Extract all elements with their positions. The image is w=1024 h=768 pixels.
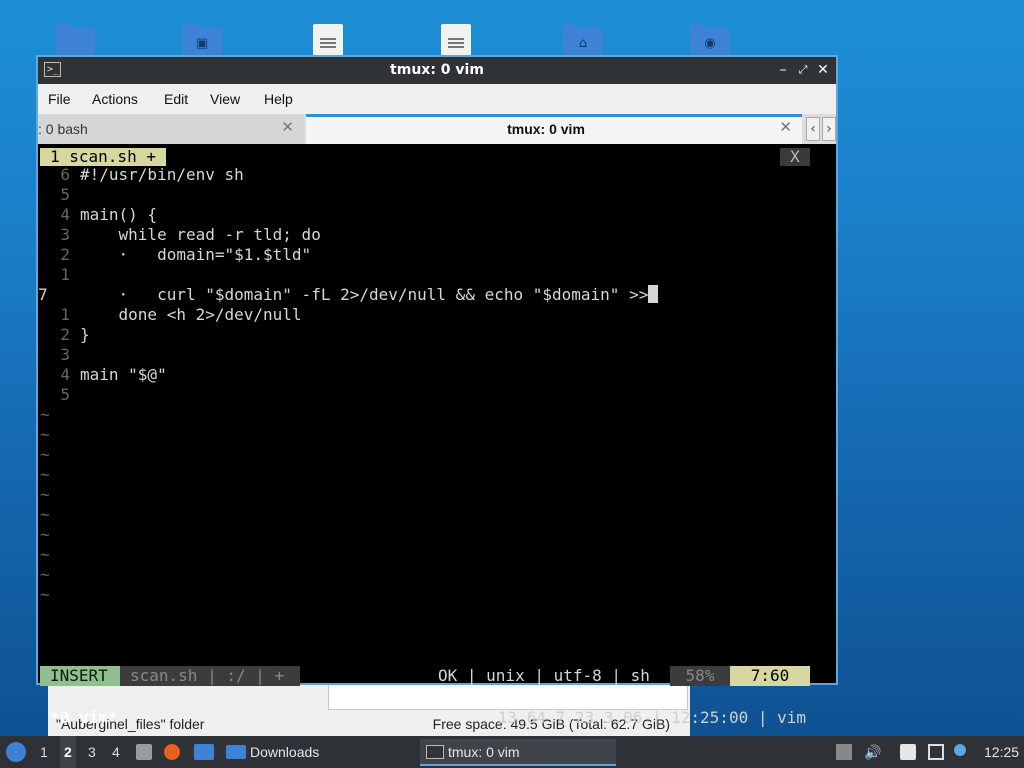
task-label: Downloads (250, 744, 320, 760)
workspace-1[interactable]: 1 (40, 736, 48, 768)
menu-help[interactable]: Help (264, 91, 293, 107)
menu-actions[interactable]: Actions (92, 91, 138, 107)
network-icon[interactable] (928, 744, 944, 760)
vim-close-tab[interactable]: X (780, 148, 810, 166)
vim-cursor-position: 7:60 (730, 666, 810, 686)
line-number: 5 (60, 385, 70, 404)
tab-label: tmux: 0 vim (507, 121, 585, 137)
menu-view[interactable]: View (210, 91, 240, 107)
empty-line-marker: ~ (40, 505, 50, 524)
document-icon[interactable] (308, 24, 348, 56)
empty-line-marker: ~ (40, 585, 50, 604)
empty-line-marker: ~ (40, 465, 50, 484)
file-manager-launcher-icon[interactable] (136, 744, 152, 760)
empty-line-marker: ~ (40, 445, 50, 464)
vim-tab[interactable]: 1 scan.sh + (40, 148, 166, 166)
line-text: } (80, 325, 90, 344)
workspace-2[interactable]: 2 (60, 736, 76, 768)
tab-scroll-left-icon[interactable]: ‹ (806, 117, 820, 141)
line-text: main() { (80, 205, 158, 224)
vim-statusline: INSERT scan.sh | :/ | + OK | unix | utf-… (40, 666, 810, 686)
tmux-window-list[interactable]: *0 vim* (50, 703, 117, 733)
desktop-launcher-icon[interactable] (194, 744, 214, 760)
clock[interactable]: 12:25 (984, 736, 1019, 768)
task-terminal[interactable]: tmux: 0 vim (420, 739, 616, 766)
empty-line-marker: ~ (40, 545, 50, 564)
line-text: while read -r tld; do (80, 225, 321, 244)
tab-scroll-right-icon[interactable]: › (822, 117, 836, 141)
folder-icon[interactable] (55, 24, 95, 56)
network-folder-icon[interactable]: ◉ (690, 24, 730, 56)
window-title: tmux: 0 vim (390, 62, 484, 78)
workspace-4[interactable]: 4 (112, 736, 120, 768)
text-cursor (648, 285, 659, 303)
line-number: 2 (60, 325, 70, 344)
vim-scroll-percent: 58% (670, 666, 730, 686)
empty-line-marker: ~ (40, 485, 50, 504)
line-text: #!/usr/bin/env sh (80, 165, 244, 184)
volume-icon[interactable]: 🔊 (864, 744, 881, 760)
taskbar: 1 2 3 4 Downloads tmux: 0 vim 🔊 12:25 (0, 736, 1024, 768)
line-number: 7 (38, 285, 48, 304)
line-number: 5 (60, 185, 70, 204)
line-text: main "$@" (80, 365, 167, 384)
empty-line-marker: ~ (40, 425, 50, 444)
tab-bar: : 0 bash ✕ tmux: 0 vim ✕ ‹ › (38, 114, 836, 144)
firefox-launcher-icon[interactable] (164, 744, 180, 760)
terminal-window: >_ tmux: 0 vim – ⤢ ✕ File Actions Edit V… (36, 55, 838, 727)
workspace-3[interactable]: 3 (88, 736, 96, 768)
menu-file[interactable]: File (48, 91, 71, 107)
folder-icon (226, 745, 246, 759)
line-text: · domain="$1.$tld" (80, 245, 312, 264)
empty-line-marker: ~ (40, 565, 50, 584)
tab-close-icon[interactable]: ✕ (779, 118, 792, 136)
line-number: 3 (60, 225, 70, 244)
line-number: 4 (60, 365, 70, 384)
line-text: done <h 2>/dev/null (80, 305, 302, 324)
line-text: · curl "$domain" -fL 2>/dev/null && echo… (80, 285, 649, 304)
notification-icon[interactable] (954, 744, 966, 756)
line-number: 1 (60, 265, 70, 284)
tab-label: : 0 bash (38, 121, 88, 137)
start-menu-icon[interactable] (6, 742, 26, 762)
task-downloads[interactable]: Downloads (222, 739, 412, 766)
vim-file-format: OK | unix | utf-8 | sh (438, 666, 650, 685)
title-bar[interactable]: >_ tmux: 0 vim – ⤢ ✕ (38, 57, 836, 84)
line-number: 6 (60, 165, 70, 184)
empty-line-marker: ~ (40, 525, 50, 544)
tab-close-icon[interactable]: ✕ (281, 118, 294, 136)
home-folder-icon[interactable]: ⌂ (563, 24, 603, 56)
line-number: 4 (60, 205, 70, 224)
menu-edit[interactable]: Edit (164, 91, 188, 107)
menu-bar: File Actions Edit View Help (38, 84, 836, 114)
task-label: tmux: 0 vim (448, 744, 520, 760)
line-number: 2 (60, 245, 70, 264)
minimize-button[interactable]: – (774, 61, 792, 79)
clipboard-icon[interactable] (900, 744, 916, 760)
vim-mode: INSERT (40, 666, 120, 686)
terminal-icon (426, 745, 444, 759)
document-icon[interactable] (436, 24, 476, 56)
vim-file-info: scan.sh | :/ | + (120, 666, 300, 686)
close-button[interactable]: ✕ (814, 61, 832, 79)
tmux-status-bar: *0 vim* 13.64 7.23 3.06 | 12:25:00 | vim (38, 703, 836, 733)
empty-line-marker: ~ (40, 405, 50, 424)
tmux-status-right: 13.64 7.23 3.06 | 12:25:00 | vim (497, 708, 806, 727)
tab-bash[interactable]: : 0 bash ✕ (38, 114, 304, 144)
terminal-area[interactable]: 1 scan.sh + X 6 #!/usr/bin/env sh 5 4 main()… (38, 144, 836, 727)
pictures-folder-icon[interactable]: ▣ (182, 24, 222, 56)
tab-vim[interactable]: tmux: 0 vim ✕ (306, 114, 802, 144)
line-number: 1 (60, 305, 70, 324)
maximize-button[interactable]: ⤢ (794, 61, 812, 79)
upload-icon[interactable] (836, 744, 852, 760)
line-number: 3 (60, 345, 70, 364)
